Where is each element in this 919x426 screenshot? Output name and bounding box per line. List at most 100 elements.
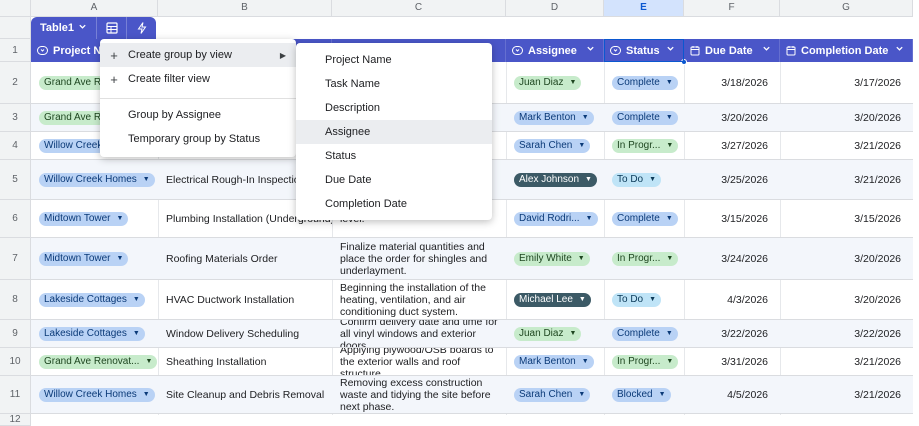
menu-item-create-group-by-view[interactable]: + Create group by view ▶ bbox=[100, 43, 296, 67]
status-chip[interactable]: To Do ▼ bbox=[612, 172, 662, 187]
assignee-chip[interactable]: Sarah Chen ▼ bbox=[514, 387, 591, 402]
table-name-button[interactable]: Table1 bbox=[31, 17, 96, 39]
project-chip[interactable]: Willow Creek Homes ▼ bbox=[39, 172, 155, 187]
cell-status[interactable]: Complete ▼ bbox=[604, 200, 684, 237]
cell-task-name[interactable]: Site Cleanup and Debris Removal bbox=[158, 376, 332, 413]
assignee-chip[interactable]: Emily White ▼ bbox=[514, 251, 590, 266]
column-header-due-date[interactable]: Due Date bbox=[684, 39, 780, 62]
cell-task-name[interactable]: Sheathing Installation bbox=[158, 348, 332, 375]
cell-project-name[interactable]: Willow Creek Homes ▼ bbox=[31, 160, 158, 199]
project-chip[interactable]: Midtown Tower ▼ bbox=[39, 211, 129, 226]
cell-task-name[interactable]: Roofing Materials Order bbox=[158, 238, 332, 279]
status-chip[interactable]: Complete ▼ bbox=[612, 326, 678, 341]
cell-assignee[interactable]: Sarah Chen ▼ bbox=[506, 376, 604, 413]
submenu-item-task-name[interactable]: Task Name bbox=[296, 72, 492, 96]
row-number[interactable]: 4 bbox=[0, 132, 31, 160]
cell-completion-date[interactable]: 3/22/2026 bbox=[780, 320, 913, 347]
project-chip[interactable]: Grand Ave Renovat... ▼ bbox=[39, 354, 158, 369]
column-header-status[interactable]: Status bbox=[604, 39, 684, 62]
row-number[interactable]: 3 bbox=[0, 104, 31, 132]
cell-description[interactable]: Confirm delivery date and time for all v… bbox=[332, 320, 506, 347]
column-header-completion-date[interactable]: Completion Date bbox=[780, 39, 913, 62]
status-chip[interactable]: In Progr... ▼ bbox=[612, 138, 679, 153]
chevron-down-icon[interactable] bbox=[586, 44, 595, 56]
cell-assignee[interactable]: Sarah Chen ▼ bbox=[506, 132, 604, 159]
cell-description[interactable]: Removing excess construction waste and t… bbox=[332, 376, 506, 413]
row-number[interactable]: 6 bbox=[0, 200, 31, 238]
cell-status[interactable]: To Do ▼ bbox=[604, 160, 684, 199]
row-number[interactable]: 8 bbox=[0, 280, 31, 320]
chevron-down-icon[interactable] bbox=[895, 44, 904, 56]
status-chip[interactable]: Complete ▼ bbox=[612, 211, 678, 226]
project-chip[interactable]: Willow Creek Homes ▼ bbox=[39, 387, 155, 402]
cell-due-date[interactable]: 3/15/2026 bbox=[684, 200, 780, 237]
cell-due-date[interactable]: 4/3/2026 bbox=[684, 280, 780, 319]
cell-task-name[interactable]: Window Delivery Scheduling bbox=[158, 320, 332, 347]
cell-due-date[interactable]: 3/22/2026 bbox=[684, 320, 780, 347]
cell-completion-date[interactable]: 3/17/2026 bbox=[780, 62, 913, 103]
chevron-down-icon[interactable] bbox=[762, 44, 771, 56]
status-chip[interactable]: In Progr... ▼ bbox=[612, 354, 679, 369]
status-chip[interactable]: Blocked ▼ bbox=[612, 387, 671, 402]
status-chip[interactable]: To Do ▼ bbox=[612, 292, 662, 307]
menu-item-temporary-group-by-status[interactable]: Temporary group by Status bbox=[100, 127, 296, 151]
status-chip[interactable]: Complete ▼ bbox=[612, 110, 678, 125]
cell-due-date[interactable]: 3/27/2026 bbox=[684, 132, 780, 159]
assignee-chip[interactable]: Mark Benton ▼ bbox=[514, 110, 594, 125]
cell-project-name[interactable]: Lakeside Cottages ▼ bbox=[31, 280, 158, 319]
cell-completion-date[interactable]: 3/21/2026 bbox=[780, 160, 913, 199]
cell-due-date[interactable]: 4/5/2026 bbox=[684, 376, 780, 413]
submenu-item-due-date[interactable]: Due Date bbox=[296, 168, 492, 192]
cell-assignee[interactable]: David Rodri... ▼ bbox=[506, 200, 604, 237]
cell-assignee[interactable]: Juan Diaz ▼ bbox=[506, 320, 604, 347]
cell-description[interactable]: Applying plywood/OSB boards to the exter… bbox=[332, 348, 506, 375]
submenu-item-status[interactable]: Status bbox=[296, 144, 492, 168]
cell-status[interactable]: Complete ▼ bbox=[604, 320, 684, 347]
assignee-chip[interactable]: Michael Lee ▼ bbox=[514, 292, 591, 307]
cell-status[interactable]: In Progr... ▼ bbox=[604, 238, 684, 279]
cell-assignee[interactable]: Michael Lee ▼ bbox=[506, 280, 604, 319]
row-number[interactable]: 11 bbox=[0, 376, 31, 414]
submenu-item-project-name[interactable]: Project Name bbox=[296, 48, 492, 72]
assignee-chip[interactable]: Mark Benton ▼ bbox=[514, 354, 594, 369]
lightning-icon[interactable] bbox=[126, 17, 156, 39]
column-header-f[interactable]: F bbox=[684, 0, 780, 17]
cell-due-date[interactable]: 3/31/2026 bbox=[684, 348, 780, 375]
submenu-item-completion-date[interactable]: Completion Date bbox=[296, 192, 492, 216]
cell-status[interactable]: In Progr... ▼ bbox=[604, 132, 684, 159]
assignee-chip[interactable]: Juan Diaz ▼ bbox=[514, 326, 582, 341]
cell-task-name[interactable]: HVAC Ductwork Installation bbox=[158, 280, 332, 319]
status-chip[interactable]: In Progr... ▼ bbox=[612, 251, 679, 266]
cell-project-name[interactable]: Midtown Tower ▼ bbox=[31, 200, 158, 237]
row-number[interactable]: 1 bbox=[0, 39, 31, 62]
cell-description[interactable]: Finalize material quantities and place t… bbox=[332, 238, 506, 279]
assignee-chip[interactable]: David Rodri... ▼ bbox=[514, 211, 598, 226]
cell-due-date[interactable]: 3/20/2026 bbox=[684, 104, 780, 131]
cell-assignee[interactable]: Alex Johnson ▼ bbox=[506, 160, 604, 199]
assignee-chip[interactable]: Alex Johnson ▼ bbox=[514, 172, 597, 187]
cell-completion-date[interactable]: 3/21/2026 bbox=[780, 132, 913, 159]
cell-status[interactable]: Blocked ▼ bbox=[604, 376, 684, 413]
cell-completion-date[interactable]: 3/15/2026 bbox=[780, 200, 913, 237]
cell-project-name[interactable]: Midtown Tower ▼ bbox=[31, 238, 158, 279]
selection-handle[interactable] bbox=[681, 59, 687, 65]
chevron-down-icon[interactable] bbox=[666, 44, 675, 56]
row-number[interactable]: 9 bbox=[0, 320, 31, 348]
row-number[interactable]: 7 bbox=[0, 238, 31, 280]
column-header-d[interactable]: D bbox=[506, 0, 604, 17]
cell-due-date[interactable]: 3/24/2026 bbox=[684, 238, 780, 279]
cell-project-name[interactable]: Willow Creek Homes ▼ bbox=[31, 376, 158, 413]
cell-assignee[interactable]: Emily White ▼ bbox=[506, 238, 604, 279]
table-tab[interactable]: Table1 bbox=[31, 17, 157, 39]
cell-due-date[interactable]: 3/18/2026 bbox=[684, 62, 780, 103]
menu-item-create-filter-view[interactable]: + Create filter view bbox=[100, 67, 296, 91]
project-chip[interactable]: Lakeside Cottages ▼ bbox=[39, 326, 145, 341]
select-all-corner[interactable] bbox=[0, 0, 31, 17]
column-header-c[interactable]: C bbox=[332, 0, 506, 17]
column-header-b[interactable]: B bbox=[158, 0, 332, 17]
cell-assignee[interactable]: Mark Benton ▼ bbox=[506, 348, 604, 375]
project-chip[interactable]: Midtown Tower ▼ bbox=[39, 251, 129, 266]
cell-completion-date[interactable]: 3/20/2026 bbox=[780, 104, 913, 131]
cell-status[interactable]: Complete ▼ bbox=[604, 62, 684, 103]
menu-item-group-by-assignee[interactable]: Group by Assignee bbox=[100, 103, 296, 127]
